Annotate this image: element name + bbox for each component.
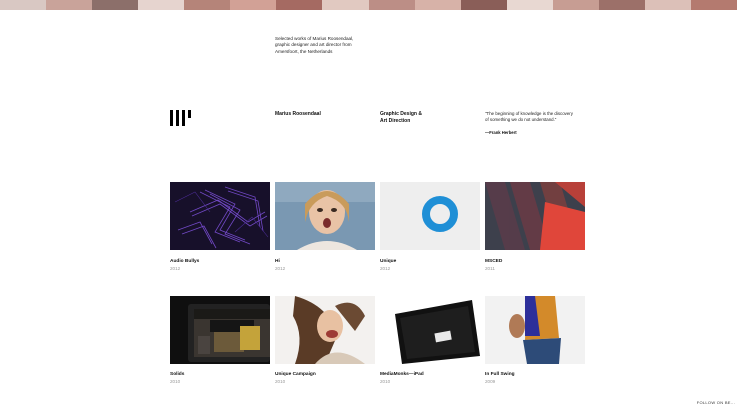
project-thumb-unique-campaign[interactable] <box>275 296 375 364</box>
strip-segment <box>644 0 691 10</box>
project-thumb-hi[interactable] <box>275 182 375 250</box>
strip-segment <box>414 0 461 10</box>
quote-text: "The beginning of knowledge is the disco… <box>485 111 595 123</box>
project-thumb-unique[interactable] <box>380 182 480 250</box>
strip-segment <box>598 0 645 10</box>
strip-segment <box>230 0 277 10</box>
strip-segment <box>0 0 47 10</box>
strip-segment <box>690 0 737 10</box>
project-year: 2010 <box>170 379 181 384</box>
logo-mark-icon[interactable] <box>170 110 192 126</box>
project-year: 2010 <box>380 379 391 384</box>
strip-segment <box>368 0 415 10</box>
strip-segment <box>92 0 139 10</box>
quote-line: of something we do not understand." <box>485 117 557 122</box>
strip-segment <box>184 0 231 10</box>
project-thumb-solids[interactable] <box>170 296 270 364</box>
project-year: 2009 <box>485 379 496 384</box>
intro-text: Selected works of Marius Roosendaal, gra… <box>275 36 375 55</box>
strip-segment <box>276 0 323 10</box>
project-title[interactable]: MediaMonks—iPad <box>380 372 424 377</box>
discipline-text: Graphic Design & Art Direction <box>380 111 460 124</box>
quote-author: —Frank Herbert <box>485 130 517 135</box>
project-title[interactable]: Unique Campaign <box>275 372 316 377</box>
project-year: 2011 <box>485 266 495 271</box>
strip-segment <box>552 0 599 10</box>
project-year: 2012 <box>380 266 391 271</box>
designer-name[interactable]: Marius Roosendaal <box>275 111 321 117</box>
project-title[interactable]: Audio Bullys <box>170 259 199 264</box>
project-title[interactable]: Solids <box>170 372 184 377</box>
strip-segment <box>460 0 507 10</box>
project-title[interactable]: Unique <box>380 259 396 264</box>
discipline-line: Art Direction <box>380 117 411 124</box>
strip-segment <box>322 0 369 10</box>
project-title[interactable]: In Full Swing <box>485 372 515 377</box>
project-year: 2010 <box>275 379 286 384</box>
project-year: 2012 <box>275 266 286 271</box>
project-thumb-audio-bullys[interactable] <box>170 182 270 250</box>
top-image-strip <box>0 0 737 10</box>
strip-segment <box>46 0 93 10</box>
project-thumb-in-full-swing[interactable] <box>485 296 585 364</box>
project-thumb-msced[interactable] <box>485 182 585 250</box>
follow-link[interactable]: FOLLOW ON BE... <box>697 400 735 405</box>
project-title[interactable]: MSCED <box>485 259 502 264</box>
strip-segment <box>506 0 553 10</box>
project-year: 2012 <box>170 266 181 271</box>
project-title[interactable]: Hi <box>275 259 280 264</box>
project-thumb-mediamonks-ipad[interactable] <box>380 296 480 364</box>
strip-segment <box>138 0 185 10</box>
intro-line: Amersfoort, the Netherlands <box>275 48 333 54</box>
